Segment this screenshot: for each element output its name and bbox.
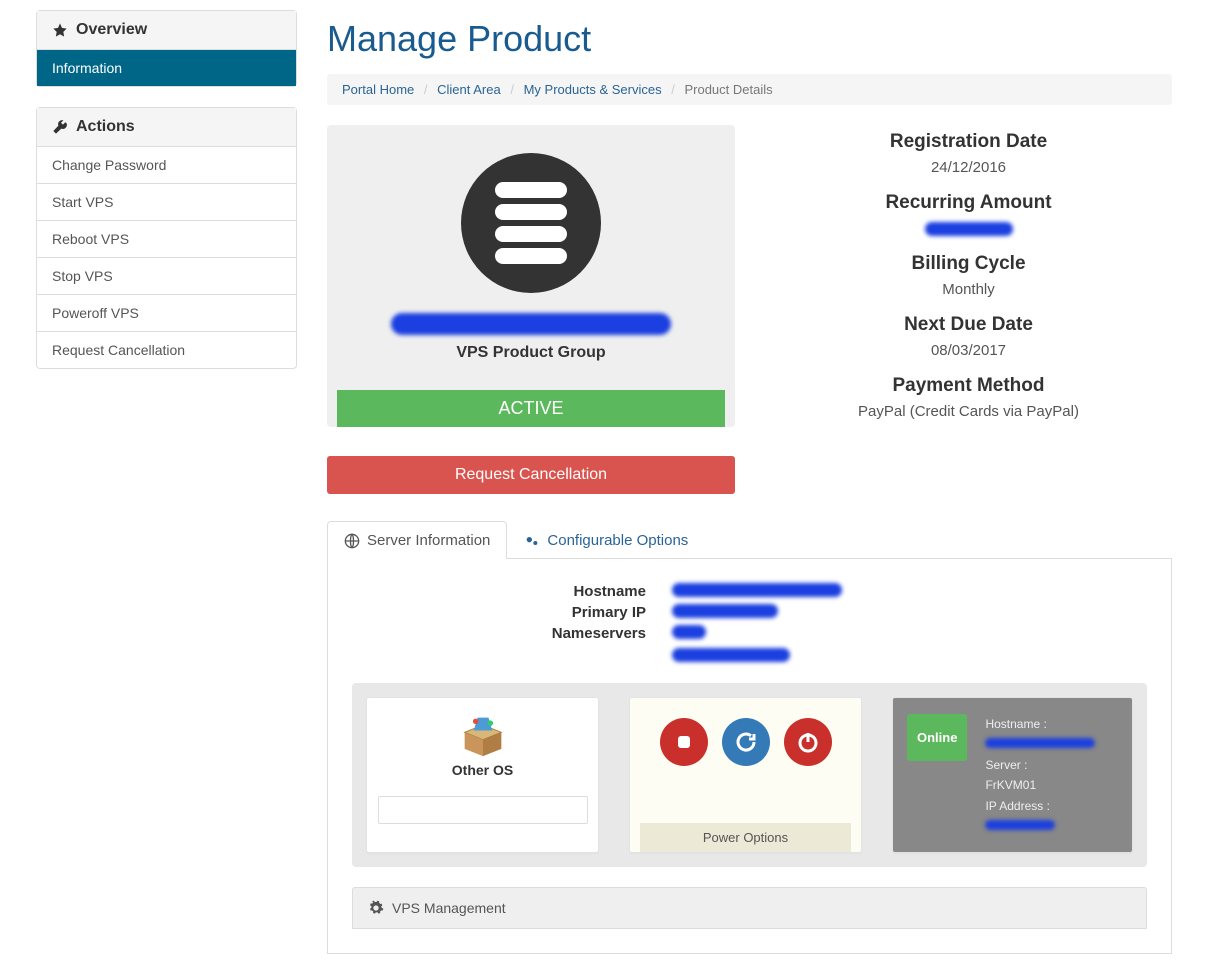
sidebar-item-information[interactable]: Information <box>37 50 296 86</box>
tab-config-options-label: Configurable Options <box>547 532 688 549</box>
vps-management-header: VPS Management <box>352 887 1147 929</box>
vps-management-label: VPS Management <box>392 900 506 916</box>
tab-server-info-label: Server Information <box>367 532 490 549</box>
breadcrumb-client[interactable]: Client Area <box>437 82 501 97</box>
nameservers-value <box>672 625 790 665</box>
sidebar-item-change-password[interactable]: Change Password <box>37 147 296 183</box>
gear-icon <box>368 900 384 916</box>
os-card: Other OS <box>366 697 599 853</box>
online-badge: Online <box>907 714 967 761</box>
recurring-value <box>765 220 1172 237</box>
product-group: VPS Product Group <box>337 344 725 362</box>
sidebar-item-request-cancellation[interactable]: Request Cancellation <box>37 331 296 368</box>
sidebar-item-reboot-vps[interactable]: Reboot VPS <box>37 220 296 257</box>
reboot-button[interactable] <box>722 718 770 766</box>
actions-header: Actions <box>37 108 296 147</box>
cycle-value: Monthly <box>765 281 1172 298</box>
status-ip-value-redacted <box>985 820 1055 830</box>
breadcrumb-home[interactable]: Portal Home <box>342 82 414 97</box>
os-name: Other OS <box>452 762 513 778</box>
gears-icon <box>524 533 540 549</box>
due-value: 08/03/2017 <box>765 342 1172 359</box>
recurring-label: Recurring Amount <box>765 192 1172 214</box>
tabs: Server Information Configurable Options <box>327 520 1172 559</box>
status-hostname-value-redacted <box>985 738 1095 748</box>
status-server-label: Server : <box>985 755 1118 775</box>
wrench-icon <box>52 119 68 135</box>
nameservers-label: Nameservers <box>352 625 672 665</box>
actions-title: Actions <box>76 118 135 136</box>
power-options-label: Power Options <box>640 823 851 852</box>
status-card: Online Hostname : Server : FrKVM01 IP Ad… <box>892 697 1133 853</box>
reg-date-label: Registration Date <box>765 131 1172 153</box>
method-label: Payment Method <box>765 375 1172 397</box>
product-card: VPS Product Group ACTIVE <box>327 125 735 436</box>
star-icon <box>52 22 68 38</box>
server-info-content: Hostname Primary IP Nameservers <box>327 559 1172 954</box>
status-ip-label: IP Address : <box>985 796 1118 816</box>
request-cancellation-button[interactable]: Request Cancellation <box>327 456 735 494</box>
power-card: Power Options <box>629 697 862 853</box>
breadcrumb: Portal Home / Client Area / My Products … <box>327 74 1172 105</box>
sidebar-item-start-vps[interactable]: Start VPS <box>37 183 296 220</box>
hostname-label: Hostname <box>352 583 672 600</box>
overview-title: Overview <box>76 21 147 39</box>
product-name-redacted <box>391 313 671 335</box>
cycle-label: Billing Cycle <box>765 253 1172 275</box>
page-title: Manage Product <box>327 18 1172 60</box>
overview-header: Overview <box>37 11 296 50</box>
stop-button[interactable] <box>660 718 708 766</box>
primary-ip-value <box>672 604 778 621</box>
sidebar-item-stop-vps[interactable]: Stop VPS <box>37 257 296 294</box>
overview-panel: Overview Information <box>36 10 297 87</box>
box-icon <box>454 714 512 758</box>
os-dropdown[interactable] <box>378 796 588 824</box>
status-hostname-label: Hostname : <box>985 714 1118 734</box>
status-badge: ACTIVE <box>337 390 725 427</box>
hostname-value <box>672 583 842 600</box>
sidebar-item-poweroff-vps[interactable]: Poweroff VPS <box>37 294 296 331</box>
status-server-value: FrKVM01 <box>985 775 1118 795</box>
breadcrumb-current: Product Details <box>684 82 772 97</box>
method-value: PayPal (Credit Cards via PayPal) <box>765 403 1172 420</box>
tab-configurable-options[interactable]: Configurable Options <box>507 521 705 559</box>
globe-icon <box>344 533 360 549</box>
reg-date-value: 24/12/2016 <box>765 159 1172 176</box>
due-label: Next Due Date <box>765 314 1172 336</box>
primary-ip-label: Primary IP <box>352 604 672 621</box>
power-off-button[interactable] <box>784 718 832 766</box>
tab-server-information[interactable]: Server Information <box>327 521 507 559</box>
breadcrumb-products[interactable]: My Products & Services <box>524 82 662 97</box>
actions-panel: Actions Change Password Start VPS Reboot… <box>36 107 297 369</box>
database-icon <box>461 153 601 293</box>
